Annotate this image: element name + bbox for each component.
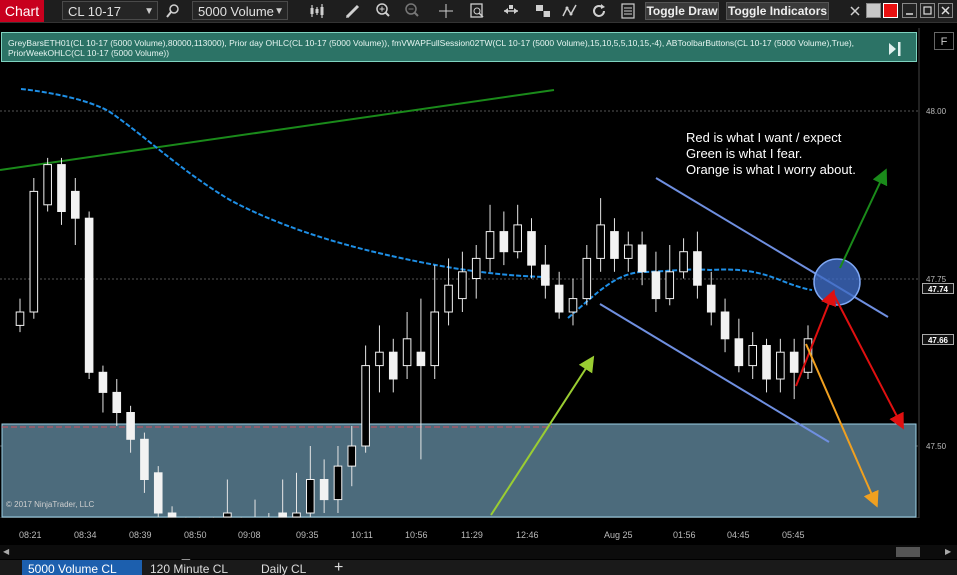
red-arrow-up	[795, 289, 836, 387]
candle-body	[568, 298, 578, 313]
time-label: 08:21	[19, 530, 42, 540]
time-label: 01:56	[673, 530, 696, 540]
candle-body	[554, 284, 564, 313]
candle-body	[140, 438, 149, 480]
candle-body	[375, 351, 384, 367]
time-label: Aug 25	[604, 530, 633, 540]
candle-body	[402, 338, 412, 367]
time-label: 08:39	[129, 530, 152, 540]
green-trend-line	[0, 89, 555, 171]
chart-annotation-text: Red is what I want / expect Green is wha…	[686, 130, 856, 178]
candle-body	[679, 251, 688, 273]
candle-body	[789, 351, 799, 373]
vwap-line	[20, 88, 547, 278]
scroll-right-icon[interactable]: ▶	[945, 548, 953, 556]
candle-body	[333, 465, 343, 501]
time-label: 12:46	[516, 530, 539, 540]
candle-body	[29, 190, 39, 313]
candle-body	[665, 271, 675, 300]
scrollbar-thumb[interactable]	[896, 547, 920, 557]
time-label: 08:34	[74, 530, 97, 540]
candle-body	[126, 412, 135, 440]
candle-body	[292, 512, 301, 518]
candle-body	[762, 345, 771, 380]
candle-body	[499, 231, 509, 253]
candle-body	[748, 345, 758, 367]
time-label: 10:56	[405, 530, 428, 540]
indicator-list: GreyBarsETH01(CL 10-17 (5000 Volume),800…	[8, 38, 878, 58]
candle-body	[541, 264, 550, 286]
candle-body	[319, 479, 329, 501]
annotation-line-orange: Orange is what I worry about.	[686, 162, 856, 177]
candle-body	[98, 371, 108, 393]
candle-body	[70, 190, 80, 219]
indicator-line-1: GreyBarsETH01(CL 10-17 (5000 Volume),800…	[8, 38, 855, 48]
red-arrow-down	[832, 292, 904, 430]
time-label: 11:29	[461, 530, 483, 540]
candle-body	[458, 271, 467, 300]
candle-body	[57, 164, 66, 213]
candle-body	[388, 351, 398, 380]
indicator-line-2: PriorWeekOHLC(CL 10-17 (5000 Volume))	[8, 48, 170, 58]
candle-body	[361, 365, 370, 447]
annotation-line-red: Red is what I want / expect	[686, 130, 842, 145]
candle-body	[471, 257, 481, 279]
time-label: 09:08	[238, 530, 261, 540]
tab-daily-cl[interactable]: Daily CL	[255, 560, 327, 575]
candle-body	[43, 164, 52, 206]
fit-button[interactable]: F	[934, 32, 954, 50]
candle-body	[610, 231, 619, 259]
copyright-notice: © 2017 NinjaTrader, LLC	[6, 500, 95, 509]
candle-body	[527, 231, 536, 266]
candle-body	[223, 512, 232, 518]
add-tab-button[interactable]: +	[330, 560, 350, 575]
horizontal-scrollbar[interactable]	[0, 545, 957, 559]
candle-body	[416, 351, 426, 367]
annotation-line-green: Green is what I fear.	[686, 146, 803, 161]
candle-body	[513, 224, 522, 253]
vwap-line-session2	[567, 268, 813, 319]
candle-body	[596, 224, 605, 259]
candle-body	[485, 231, 495, 259]
candle-body	[776, 351, 785, 380]
price-chart[interactable]	[0, 0, 957, 575]
candle-body	[706, 284, 716, 313]
scroll-left-icon[interactable]: ◀	[3, 548, 11, 556]
candle-body	[444, 284, 453, 313]
price-label: 47.50	[926, 442, 947, 451]
candle-body	[15, 311, 25, 326]
collapse-panel-icon[interactable]	[888, 40, 902, 58]
candle-body	[582, 257, 592, 300]
candle-body	[347, 445, 357, 467]
candle-body	[734, 338, 744, 367]
time-label: 09:35	[296, 530, 319, 540]
time-label: 05:45	[782, 530, 805, 540]
time-label: 04:45	[727, 530, 750, 540]
candle-body	[651, 271, 661, 300]
indicator-label-bar: GreyBarsETH01(CL 10-17 (5000 Volume),800…	[1, 32, 917, 62]
price-marker-tag: 47.66	[922, 334, 954, 345]
prior-day-zone	[1, 423, 917, 518]
candle-body	[720, 311, 730, 340]
candle-body	[693, 251, 702, 286]
candle-body	[112, 391, 122, 413]
time-label: 10:11	[351, 530, 373, 540]
price-label: 48.00	[926, 107, 947, 116]
current-price-tag: 47.74	[922, 283, 954, 294]
candle-body	[167, 512, 177, 518]
green-arrow	[839, 168, 888, 269]
tab-120-minute-cl[interactable]: 120 Minute CL	[144, 560, 248, 575]
tab-5000-volume-cl[interactable]: 5000 Volume CL	[22, 560, 142, 575]
candle-body	[153, 472, 163, 514]
candle-body	[278, 512, 287, 518]
highlight-circle	[813, 258, 861, 306]
candle-body	[84, 217, 94, 373]
time-label: 08:50	[184, 530, 207, 540]
candle-body	[430, 311, 440, 367]
candle-body	[623, 244, 633, 259]
candle-body	[306, 479, 315, 514]
candle-body	[637, 244, 647, 273]
